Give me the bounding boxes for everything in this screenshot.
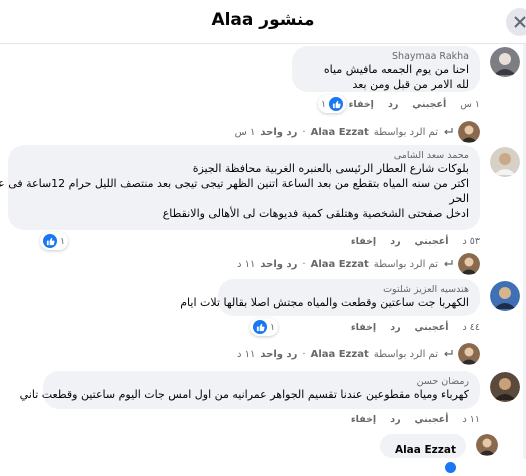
reply-button[interactable]: رد [390,322,400,333]
reply-arrow-icon [444,260,453,267]
like-button[interactable]: أعجبني [415,322,449,333]
hide-button[interactable]: إخفاء [351,414,376,425]
like-reaction-icon [253,320,267,334]
like-button[interactable]: أعجبني [412,99,446,110]
comment-time[interactable]: ٥٣ د [463,236,480,247]
replies-summary[interactable]: تم الرد بواسطة Alaa Ezzat · رد واحد ١١ د [237,253,480,275]
reply-bubble: Alaa Ezzat [380,434,466,473]
avatar[interactable] [490,372,520,402]
reaction-count[interactable]: ١ [318,95,347,113]
like-button[interactable]: أعجبني [415,236,449,247]
like-button[interactable]: أعجبني [415,414,449,425]
avatar[interactable] [490,281,520,311]
hide-button[interactable]: إخفاء [349,99,374,110]
comment-text: احنا من يوم الجمعه مافيش مياه [323,63,469,76]
close-icon [514,16,526,28]
comment-time[interactable]: ١ س [460,99,480,110]
post-dialog-header: منشور Alaa [0,0,526,44]
dialog-title: منشور Alaa [211,10,315,30]
verified-badge-icon [445,462,456,473]
replier-avatar [458,121,480,143]
comment-bubble: رمضان حسن كهرباء ومياه مقطوعين عندنا تقس… [19,371,480,409]
comment-actions: ٤٤ د أعجبني رد إخفاء [351,322,480,333]
comment-bubble: محمد سعد الشامى بلوكات شارع العطار الرئي… [0,145,480,230]
close-button[interactable] [506,8,526,36]
comment-author[interactable]: رمضان حسن [54,376,469,387]
comment-text: الكهربا جت ساعتين وقطعت والمياه مجتش اصل… [180,296,469,309]
reply-arrow-icon [444,128,453,135]
avatar[interactable] [490,47,520,77]
comment-text: بلوكات شارع العطار الرئيسى بالعنبره الغر… [192,162,469,175]
like-reaction-icon [329,97,344,111]
comment-actions: ٥٣ د أعجبني رد إخفاء [351,236,480,247]
comment-text: ادخل صفحتى الشخصية وهتلقى كمية فديوهات ل… [162,207,469,220]
reply-button[interactable]: رد [388,99,398,110]
avatar[interactable] [490,147,520,177]
comment-bubble: Shaymaa Rakha احنا من يوم الجمعه مافيش م… [292,46,480,92]
comment-time[interactable]: ٤٤ د [463,322,480,333]
comment-text: لله الامر من قبل ومن بعد [352,78,469,91]
hide-button[interactable]: إخفاء [351,322,376,333]
comment-bubble: هندسيه العزيز شلتوت الكهربا جت ساعتين وق… [180,279,480,316]
reaction-count[interactable]: ١ [40,232,69,250]
replies-summary[interactable]: تم الرد بواسطة Alaa Ezzat · رد واحد ١ س [235,121,480,143]
replier-avatar[interactable] [476,434,498,456]
comment-actions: ١١ د أعجبني رد إخفاء [351,414,480,425]
comment-text: الحر [449,192,469,205]
like-reaction-icon [43,234,57,248]
reply-button[interactable]: رد [390,236,400,247]
reaction-count[interactable]: ١ [250,318,279,336]
reply-button[interactable]: رد [390,414,400,425]
comment-text: كهرباء ومياه مقطوعين عندنا تقسيم الجواهر… [19,388,469,401]
comment-text: اكتر من سنه المياه بتقطع من بعد الساعة ا… [0,177,469,190]
replier-avatar [458,253,480,275]
reply-arrow-icon [444,350,453,357]
comment-time[interactable]: ١١ د [463,414,480,425]
comment-author[interactable]: هندسيه العزيز شلتوت [229,284,469,295]
replies-summary[interactable]: تم الرد بواسطة Alaa Ezzat · رد واحد ١١ د [237,343,480,365]
comment-author[interactable]: Shaymaa Rakha [303,51,469,62]
comment-actions: ١ س أعجبني رد إخفاء [349,99,480,110]
comment-author[interactable]: محمد سعد الشامى [19,150,469,161]
replier-avatar [458,343,480,365]
hide-button[interactable]: إخفاء [351,236,376,247]
reply-author[interactable]: Alaa Ezzat [395,444,456,456]
